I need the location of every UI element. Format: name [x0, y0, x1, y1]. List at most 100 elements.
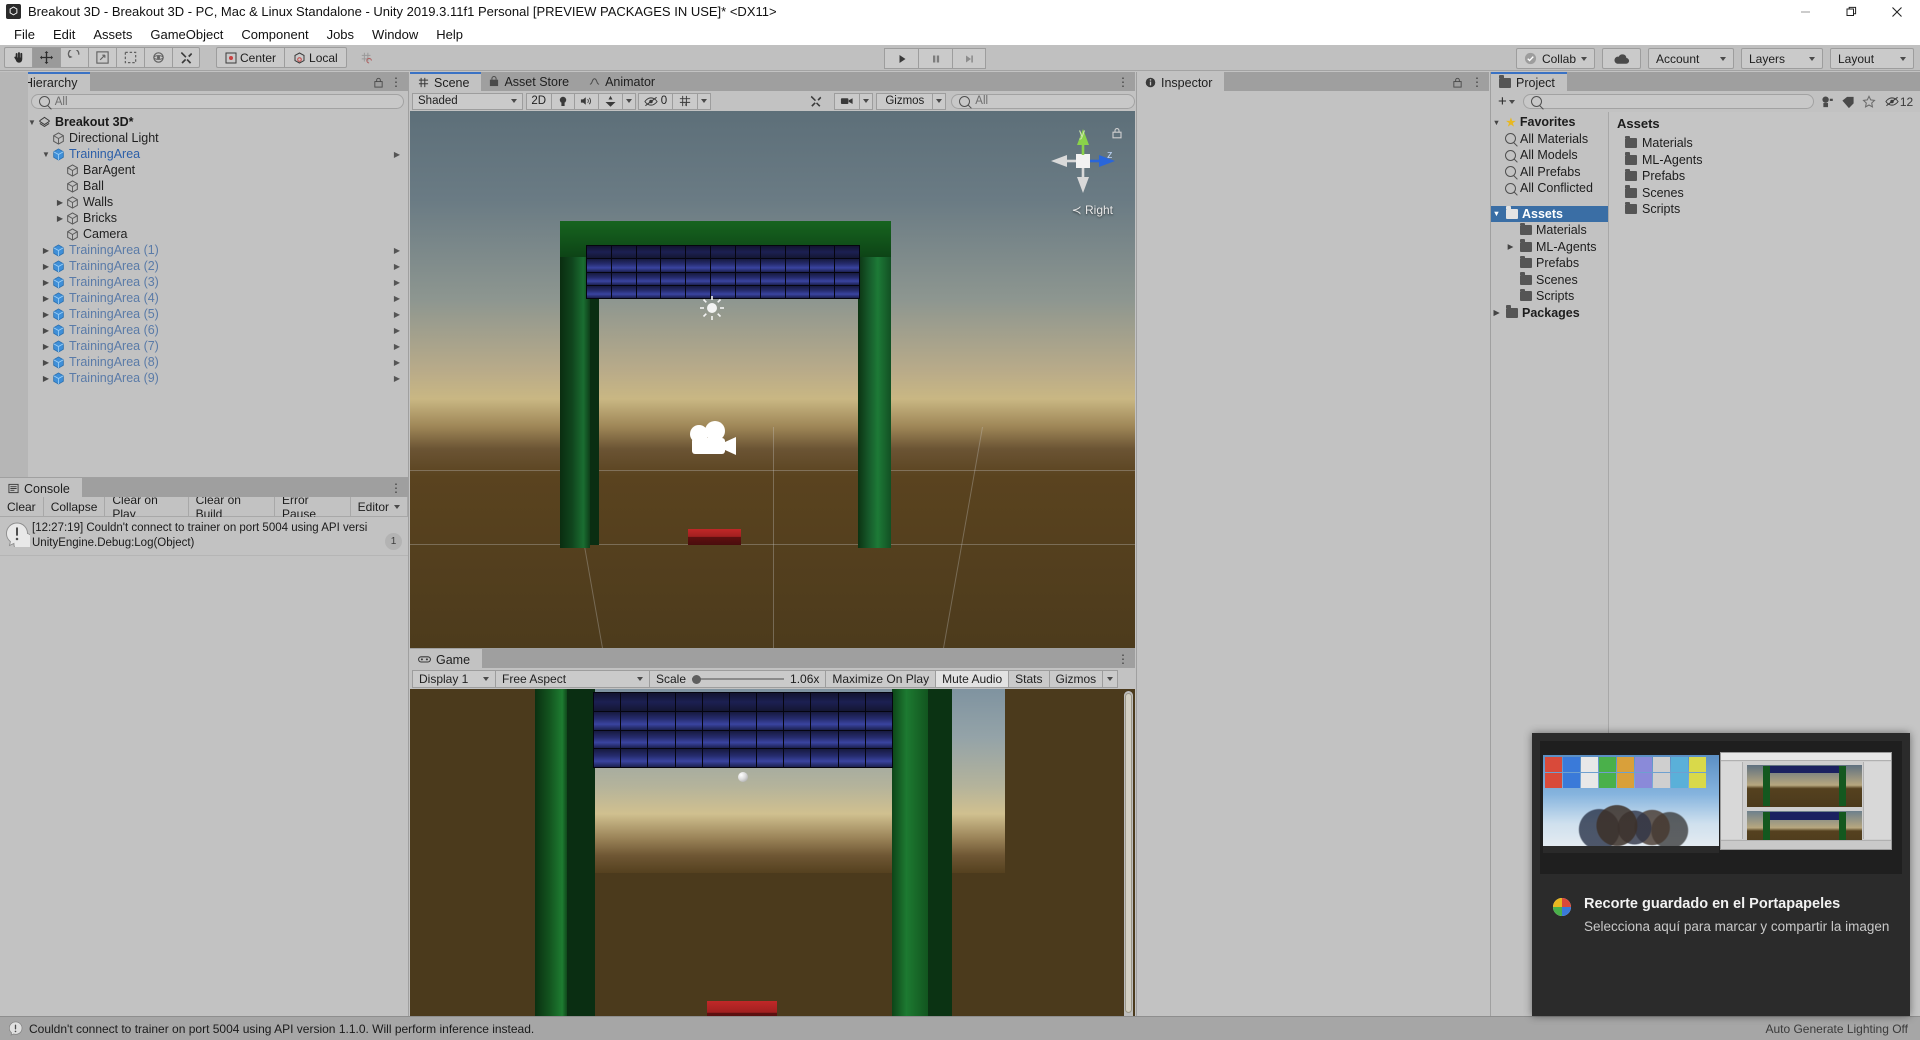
play-button[interactable] — [884, 48, 918, 69]
project-asset-materials[interactable]: Materials — [1609, 135, 1920, 152]
hierarchy-item-trainingarea-3[interactable]: ▶ TrainingArea (3) ▶ — [0, 274, 408, 290]
project-tree-item-packages[interactable]: ▶ Packages — [1491, 305, 1608, 322]
chevron-right-icon[interactable]: ▶ — [40, 310, 52, 319]
step-button[interactable] — [952, 48, 986, 69]
chevron-right-icon[interactable]: ▶ — [54, 198, 66, 207]
hierarchy-item-overflow-icon[interactable]: ▶ — [394, 310, 400, 319]
hierarchy-item-trainingarea-1[interactable]: ▶ TrainingArea (1) ▶ — [0, 242, 408, 258]
project-filter-type-icon[interactable] — [1819, 95, 1835, 109]
hierarchy-item-overflow-icon[interactable]: ▶ — [394, 294, 400, 303]
hierarchy-options-icon[interactable]: ⋮ — [390, 75, 402, 89]
account-button[interactable]: Account — [1648, 48, 1734, 69]
hierarchy-item-bricks[interactable]: ▶ Bricks — [0, 210, 408, 226]
project-asset-prefabs[interactable]: Prefabs — [1609, 168, 1920, 185]
pivot-rotation-button[interactable]: Local — [284, 47, 347, 68]
tab-asset-store[interactable]: Asset Store — [481, 72, 582, 91]
scene-fx-toggle[interactable] — [597, 92, 623, 110]
collab-button[interactable]: Collab — [1515, 48, 1595, 69]
menu-window[interactable]: Window — [363, 25, 427, 44]
scene-search-input[interactable]: All — [951, 93, 1135, 109]
hierarchy-item-trainingarea-8[interactable]: ▶ TrainingArea (8) ▶ — [0, 354, 408, 370]
hierarchy-item-overflow-icon[interactable]: ▶ — [394, 342, 400, 351]
project-favorites-header[interactable]: ▼ ★ Favorites — [1491, 114, 1608, 131]
scene-draw-mode-dropdown[interactable]: Shaded — [412, 92, 523, 110]
minimize-button[interactable] — [1782, 0, 1828, 23]
menu-assets[interactable]: Assets — [84, 25, 141, 44]
console-editor-dropdown[interactable]: Editor — [351, 496, 408, 517]
scene-gizmos-button[interactable]: Gizmos — [876, 92, 934, 110]
scene-gizmos-dropdown[interactable] — [932, 92, 947, 110]
tab-game[interactable]: Game — [410, 649, 483, 668]
game-gizmos-button[interactable]: Gizmos — [1048, 669, 1104, 688]
game-scale-slider[interactable] — [692, 672, 785, 686]
menu-component[interactable]: Component — [232, 25, 317, 44]
menu-file[interactable]: File — [5, 25, 44, 44]
transform-tool-button[interactable] — [144, 47, 172, 68]
hierarchy-item-overflow-icon[interactable]: ▶ — [394, 150, 400, 159]
project-hidden-count[interactable]: 12 — [1882, 95, 1916, 109]
project-favorite-all-conflicted[interactable]: All Conflicted — [1491, 180, 1608, 197]
console-clear-button[interactable]: Clear — [0, 496, 44, 517]
hierarchy-item-overflow-icon[interactable]: ▶ — [394, 278, 400, 287]
project-tree-item-ml-agents[interactable]: ▶ ML-Agents — [1491, 239, 1608, 256]
game-scale-control[interactable]: Scale 1.06x — [649, 669, 827, 688]
scene-camera-gizmo-icon[interactable] — [682, 418, 738, 460]
scene-lighting-toggle[interactable] — [550, 92, 575, 110]
scene-gizmo-lock-icon[interactable] — [1111, 127, 1123, 142]
chevron-right-icon[interactable]: ▶ — [40, 326, 52, 335]
console-clear-on-build-button[interactable]: Clear on Build — [189, 493, 275, 521]
scene-view-orientation-label[interactable]: ≺ Right — [1072, 203, 1113, 217]
hierarchy-item-trainingarea-6[interactable]: ▶ TrainingArea (6) ▶ — [0, 322, 408, 338]
hierarchy-item-ball[interactable]: Ball — [0, 178, 408, 194]
scene-grid-visibility-toggle[interactable]: y — [672, 92, 699, 110]
pause-button[interactable] — [918, 48, 952, 69]
hierarchy-item-directional-light[interactable]: Directional Light — [0, 130, 408, 146]
scene-camera-settings-button[interactable] — [834, 92, 861, 110]
game-aspect-dropdown[interactable]: Free Aspect — [495, 669, 650, 688]
rotate-tool-button[interactable] — [60, 47, 88, 68]
chevron-right-icon[interactable]: ▶ — [40, 294, 52, 303]
hierarchy-item-trainingarea-4[interactable]: ▶ TrainingArea (4) ▶ — [0, 290, 408, 306]
project-tree-item-assets[interactable]: ▼ Assets — [1491, 205, 1608, 222]
scrollbar-thumb[interactable] — [1125, 693, 1132, 1013]
scene-camera-dropdown[interactable] — [859, 92, 874, 110]
game-vertical-scrollbar[interactable] — [1124, 691, 1133, 1025]
project-create-button[interactable]: + — [1495, 93, 1518, 110]
hierarchy-item-overflow-icon[interactable]: ▶ — [394, 246, 400, 255]
layers-button[interactable]: Layers — [1741, 48, 1823, 69]
project-filter-label-icon[interactable] — [1840, 95, 1856, 109]
game-mute-audio-button[interactable]: Mute Audio — [935, 669, 1010, 688]
tab-console[interactable]: Console — [0, 478, 82, 497]
project-asset-ml-agents[interactable]: ML-Agents — [1609, 152, 1920, 169]
scene-hidden-objects-toggle[interactable]: 0 — [637, 92, 674, 110]
chevron-right-icon[interactable]: ▶ — [54, 214, 66, 223]
hierarchy-search-input[interactable]: All — [30, 94, 404, 109]
inspector-options-icon[interactable]: ⋮ — [1471, 75, 1483, 89]
scene-2d-toggle[interactable]: 2D — [525, 92, 552, 110]
game-stats-button[interactable]: Stats — [1008, 669, 1050, 688]
project-favorites-icon[interactable] — [1861, 94, 1877, 109]
project-tree-item-scenes[interactable]: Scenes — [1491, 272, 1608, 289]
scene-component-tools-button[interactable] — [803, 92, 830, 110]
hierarchy-item-trainingarea-2[interactable]: ▶ TrainingArea (2) ▶ — [0, 258, 408, 274]
custom-tool-button[interactable] — [172, 47, 200, 68]
console-clear-on-play-button[interactable]: Clear on Play — [105, 493, 189, 521]
close-button[interactable] — [1874, 0, 1920, 23]
console-entry[interactable]: [12:27:19] Couldn't connect to trainer o… — [0, 517, 408, 556]
hierarchy-item-trainingarea-7[interactable]: ▶ TrainingArea (7) ▶ — [0, 338, 408, 354]
hierarchy-item-camera[interactable]: Camera — [0, 226, 408, 242]
hierarchy-item-walls[interactable]: ▶ Walls — [0, 194, 408, 210]
menu-gameobject[interactable]: GameObject — [141, 25, 232, 44]
chevron-right-icon[interactable]: ▶ — [40, 278, 52, 287]
rect-tool-button[interactable] — [116, 47, 144, 68]
hierarchy-item-trainingarea-9[interactable]: ▶ TrainingArea (9) ▶ — [0, 370, 408, 386]
windows-toast-notification[interactable]: Recorte guardado en el Portapapeles Sele… — [1532, 733, 1910, 1016]
game-maximize-on-play-button[interactable]: Maximize On Play — [825, 669, 937, 688]
menu-jobs[interactable]: Jobs — [318, 25, 363, 44]
project-asset-scenes[interactable]: Scenes — [1609, 185, 1920, 202]
project-tree-item-scripts[interactable]: Scripts — [1491, 288, 1608, 305]
menu-help[interactable]: Help — [427, 25, 472, 44]
chevron-down-icon[interactable]: ▼ — [1491, 209, 1502, 218]
chevron-down-icon[interactable]: ▼ — [26, 118, 38, 127]
project-favorite-all-models[interactable]: All Models — [1491, 147, 1608, 164]
